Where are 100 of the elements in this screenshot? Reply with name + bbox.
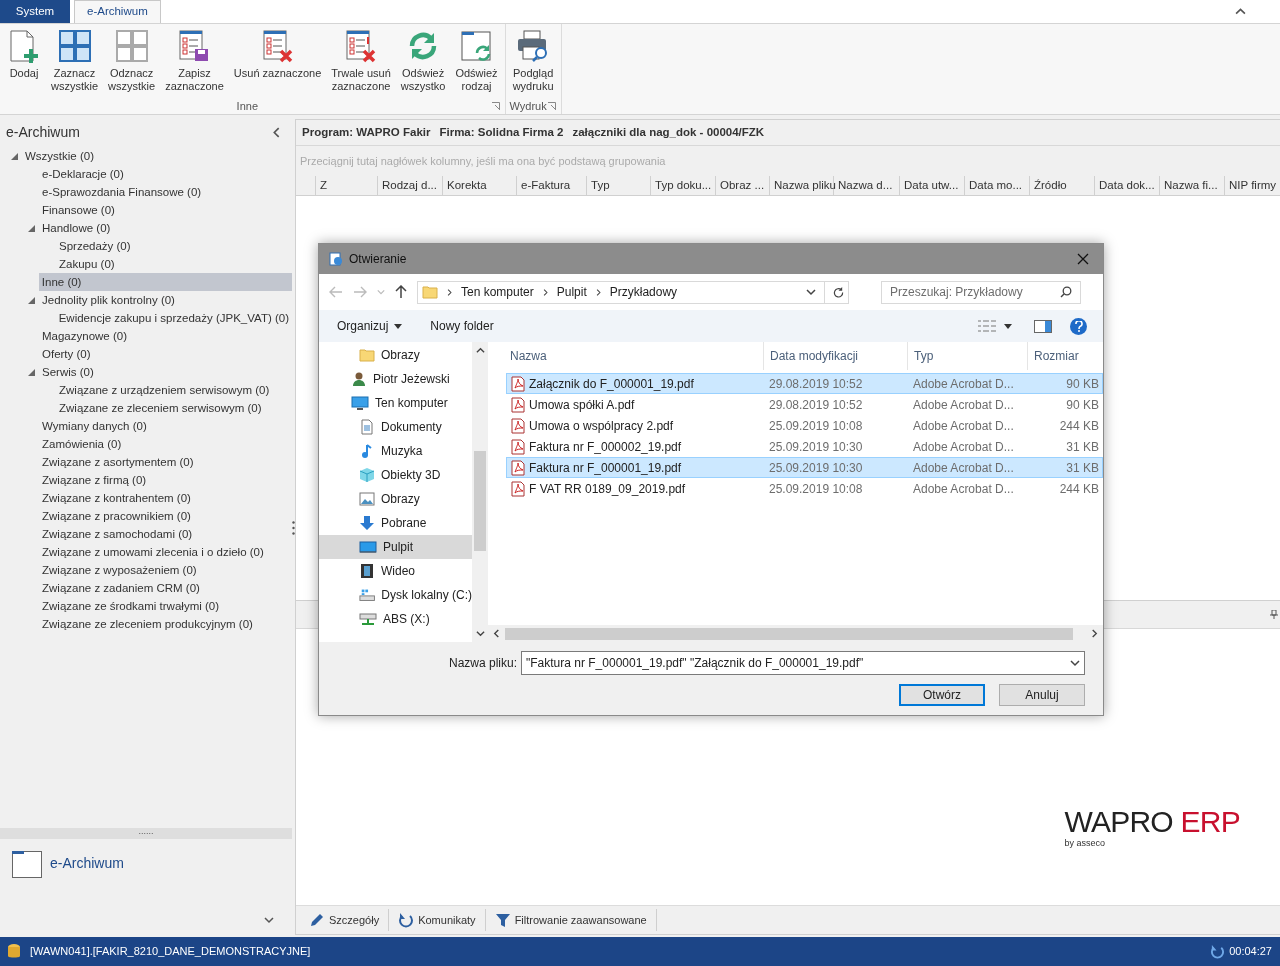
scrollbar-thumb[interactable]	[505, 627, 1073, 640]
file-row[interactable]: Umowa spółki A.pdf 29.08.2019 10:52 Adobe Acrobat D... 90 KB	[506, 394, 1103, 415]
tree-item[interactable]: Zakupu (0)	[56, 255, 118, 273]
ribbon-tab[interactable]: System	[0, 0, 70, 23]
column-header[interactable]: Rodzaj d...	[378, 176, 443, 195]
breadcrumb-item[interactable]: Ten komputer	[461, 283, 534, 301]
tree-item[interactable]: Zamówienia (0)	[39, 435, 125, 453]
ribbon-button[interactable]: Dodaj	[3, 24, 45, 98]
tree-item[interactable]: Związane z samochodami (0)	[39, 525, 196, 543]
refresh-icon[interactable]	[833, 286, 844, 298]
ribbon-tab[interactable]: e-Archiwum	[74, 0, 161, 23]
nav-item[interactable]: Wideo	[319, 559, 472, 583]
new-folder-button[interactable]: Nowy folder	[430, 317, 494, 335]
address-bar[interactable]: Ten komputer Pulpit Przykładowy	[417, 280, 849, 304]
ribbon-button[interactable]: Trwale usuń zaznaczone	[327, 24, 395, 98]
ribbon-button[interactable]: Odśwież rodzaj	[451, 24, 502, 98]
column-header[interactable]: Nazwa pliku	[770, 176, 834, 195]
ribbon-button[interactable]: Podgląd wydruku	[508, 24, 558, 98]
column-header[interactable]: Data utw...	[900, 176, 965, 195]
nav-item[interactable]: Pobrane	[319, 511, 472, 535]
panel-splitter[interactable]: ......	[0, 828, 292, 839]
breadcrumb-item[interactable]: Pulpit	[556, 283, 587, 301]
column-header[interactable]: Nazwa fi...	[1160, 176, 1225, 195]
pin-icon[interactable]	[1270, 610, 1278, 619]
column-header[interactable]: e-Faktura	[517, 176, 587, 195]
filename-combobox[interactable]: "Faktura nr F_000001_19.pdf" "Załącznik do F_000001_19.pdf"	[521, 651, 1085, 675]
toolbar-button[interactable]: Komunikaty	[389, 909, 486, 931]
nav-item[interactable]: Obrazy	[319, 487, 472, 511]
collapse-panel-button[interactable]	[271, 126, 282, 138]
tree-item[interactable]: Magazynowe (0)	[39, 327, 130, 345]
ribbon-button[interactable]: Odśwież wszystko	[396, 24, 450, 98]
tree-item[interactable]: Związane z pracownikiem (0)	[39, 507, 194, 525]
column-header[interactable]: Z	[316, 176, 378, 195]
file-row[interactable]: F VAT RR 0189_09_2019.pdf 25.09.2019 10:08 Adobe Acrobat D... 244 KB	[506, 478, 1103, 499]
tree-item[interactable]: Oferty (0)	[39, 345, 94, 363]
search-field[interactable]: Przeszukaj: Przykładowy	[881, 280, 1081, 304]
tree-item[interactable]: e-Sprawozdania Finansowe (0)	[39, 183, 205, 201]
column-header[interactable]: Rozmiar	[1028, 342, 1098, 370]
tree-item[interactable]: Związane ze środkami trwałymi (0)	[39, 597, 222, 615]
ribbon-button[interactable]: Zaznacz wszystkie	[47, 24, 103, 98]
column-header[interactable]: Data mo...	[965, 176, 1030, 195]
column-header[interactable]: Nazwa	[504, 342, 764, 370]
nav-item[interactable]: Dysk lokalny (C:)	[319, 583, 472, 607]
toolbar-button[interactable]: Szczegóły	[300, 909, 390, 931]
nav-item[interactable]: Ten komputer	[319, 391, 472, 415]
tree-item[interactable]: Wymiany danych (0)	[39, 417, 150, 435]
expanded-icon[interactable]	[27, 224, 35, 232]
tree-item[interactable]: Sprzedaży (0)	[56, 237, 134, 255]
view-options-button[interactable]	[978, 320, 1012, 332]
expanded-icon[interactable]	[27, 368, 35, 376]
column-header[interactable]: Typ	[587, 176, 651, 195]
vertical-splitter-icon[interactable]	[292, 521, 295, 535]
tree-item[interactable]: Związane z kontrahentem (0)	[39, 489, 194, 507]
ribbon-button[interactable]: Odznacz wszystkie	[104, 24, 160, 98]
organize-menu[interactable]: Organizuj	[329, 317, 411, 335]
filename-field[interactable]: "Faktura nr F_000001_19.pdf" "Załącznik do F_000001_19.pdf"	[526, 654, 1070, 672]
tree-item[interactable]: Związane z wyposażeniem (0)	[39, 561, 200, 579]
tree-item[interactable]: Związane ze zleceniem produkcyjnym (0)	[39, 615, 256, 633]
column-header[interactable]: Nazwa d...	[834, 176, 900, 195]
nav-item[interactable]: ABS (X:)	[319, 607, 472, 631]
tree-item[interactable]: Związane z asortymentem (0)	[39, 453, 197, 471]
toolbar-button[interactable]: Filtrowanie zaawansowane	[485, 909, 657, 931]
expanded-icon[interactable]	[27, 296, 35, 304]
dialog-launcher-icon[interactable]	[547, 102, 556, 110]
file-row[interactable]: Faktura nr F_000001_19.pdf 25.09.2019 10:30 Adobe Acrobat D... 31 KB	[506, 457, 1103, 478]
nav-item[interactable]: Obrazy	[319, 343, 472, 367]
scrollbar-thumb[interactable]	[474, 451, 486, 551]
breadcrumb-item[interactable]: Przykładowy	[609, 283, 678, 301]
column-header[interactable]: Typ	[908, 342, 1028, 370]
file-row[interactable]: Załącznik do F_000001_19.pdf 29.08.2019 10:52 Adobe Acrobat D... 90 KB	[506, 373, 1103, 394]
tree-item[interactable]: Ewidencje zakupu i sprzedaży (JPK_VAT) (0)	[55, 309, 292, 327]
tree-item[interactable]: Wszystkie (0)	[22, 147, 97, 165]
nav-item[interactable]: Piotr Jeżewski	[319, 367, 472, 391]
expanded-icon[interactable]	[10, 152, 18, 160]
tree-item[interactable]: Finansowe (0)	[39, 201, 118, 219]
up-button[interactable]	[395, 285, 407, 299]
search-input[interactable]: Przeszukaj: Przykładowy	[890, 283, 1060, 301]
dialog-button[interactable]: Otwórz	[899, 684, 985, 706]
tree-item[interactable]: Związane z firmą (0)	[39, 471, 150, 489]
nav-item[interactable]: e-Archiwum	[0, 841, 292, 885]
tree-item[interactable]: Jednolity plik kontrolny (0)	[39, 291, 178, 309]
nav-item[interactable]: Pulpit	[319, 535, 472, 559]
nav-item[interactable]: Dokumenty	[319, 415, 472, 439]
file-row[interactable]: Faktura nr F_000002_19.pdf 25.09.2019 10:30 Adobe Acrobat D... 31 KB	[506, 436, 1103, 457]
tree-item[interactable]: Związane z zadaniem CRM (0)	[39, 579, 203, 597]
dialog-launcher-icon[interactable]	[491, 102, 500, 110]
column-header[interactable]: Data modyfikacji	[764, 342, 908, 370]
tree-item[interactable]: e-Deklaracje (0)	[39, 165, 127, 183]
tree-item[interactable]: Związane ze zleceniem serwisowym (0)	[56, 399, 265, 417]
preview-pane-button[interactable]	[1034, 319, 1052, 333]
tree-item[interactable]: Związane z urządzeniem serwisowym (0)	[56, 381, 273, 399]
help-button[interactable]	[1070, 317, 1087, 335]
column-header[interactable]: Typ doku...	[651, 176, 716, 195]
nav-item[interactable]: Obiekty 3D	[319, 463, 472, 487]
tree-item[interactable]: Serwis (0)	[39, 363, 97, 381]
ribbon-button[interactable]: Usuń zaznaczone	[229, 24, 326, 98]
file-row[interactable]: Umowa o wspólpracy 2.pdf 25.09.2019 10:08 Adobe Acrobat D... 244 KB	[506, 415, 1103, 436]
nav-item[interactable]: Muzyka	[319, 439, 472, 463]
ribbon-button[interactable]: Zapisz zaznaczone	[161, 24, 228, 98]
dialog-button[interactable]: Anuluj	[999, 684, 1085, 706]
